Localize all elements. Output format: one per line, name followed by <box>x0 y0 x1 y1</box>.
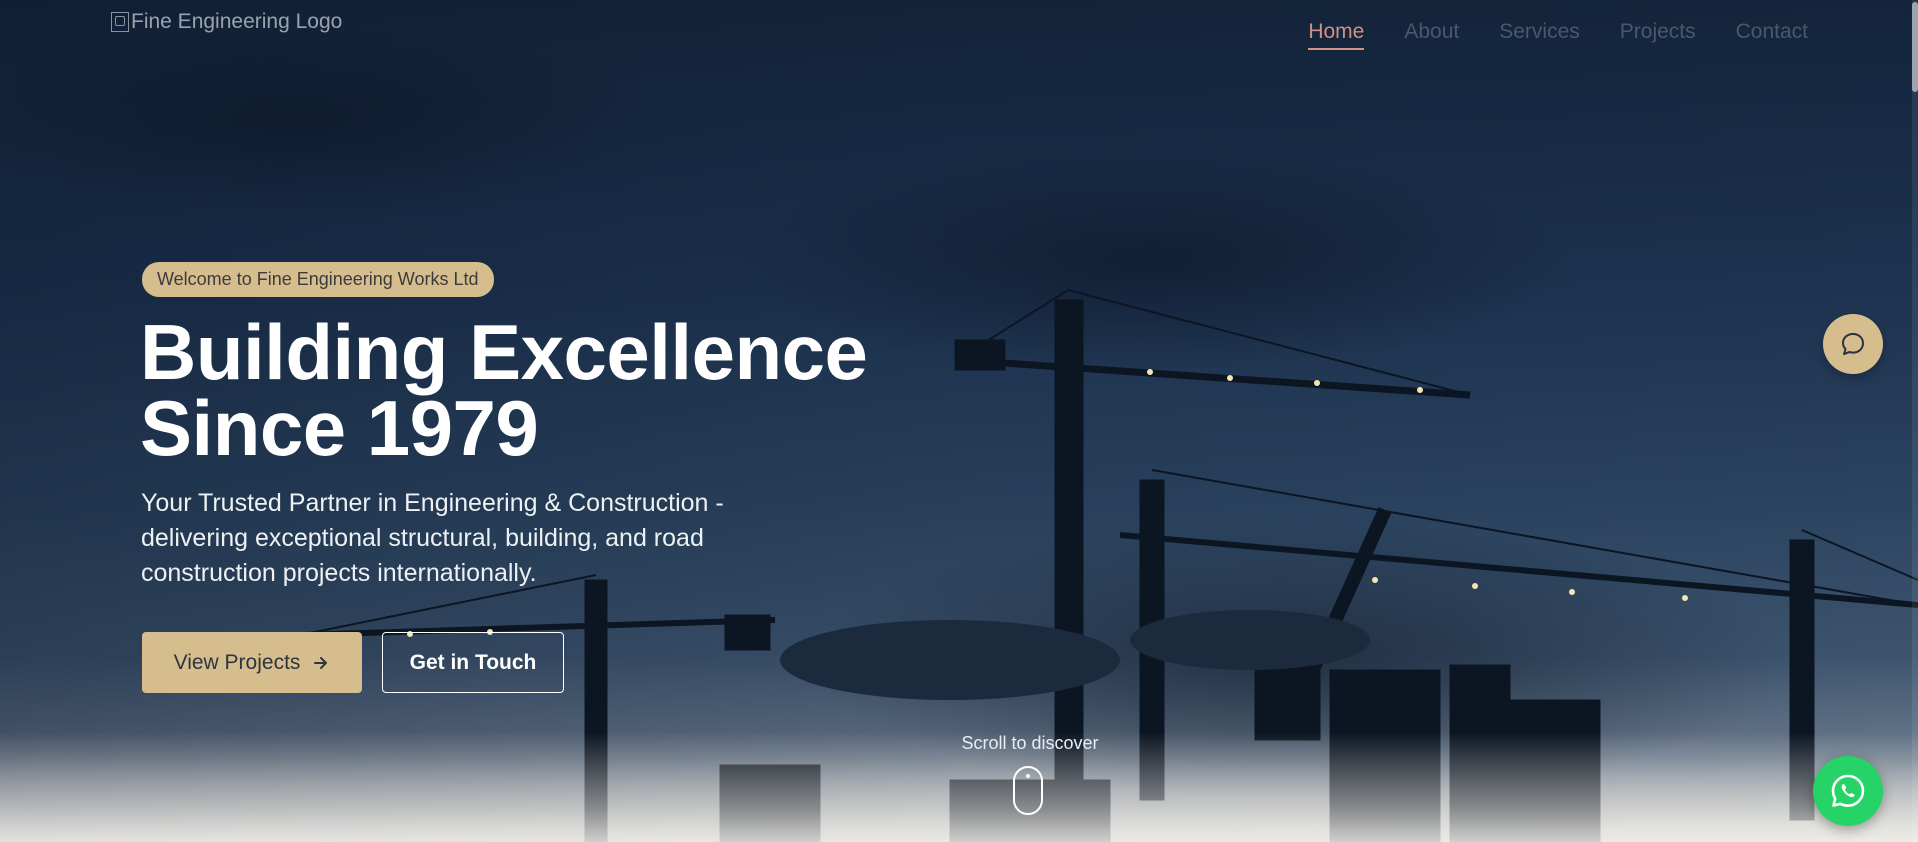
headline-line-1: Building Excellence <box>140 308 868 396</box>
get-in-touch-button[interactable]: Get in Touch <box>382 632 564 693</box>
nav-services[interactable]: Services <box>1499 20 1580 50</box>
page-scrollbar[interactable] <box>1912 0 1918 842</box>
chat-button[interactable] <box>1823 314 1883 374</box>
hero-headline: Building Excellence Since 1979 <box>140 313 900 467</box>
get-in-touch-label: Get in Touch <box>409 650 537 674</box>
hero-subtitle: Your Trusted Partner in Engineering & Co… <box>141 489 724 587</box>
nav-home[interactable]: Home <box>1308 20 1365 50</box>
scroll-hint: Scroll to discover <box>961 733 1099 753</box>
scrollbar-thumb[interactable] <box>1912 2 1918 92</box>
broken-image-icon <box>111 12 129 32</box>
main-navigation: Home About Services Projects Contact <box>1308 20 1808 50</box>
view-projects-button[interactable]: View Projects <box>142 632 362 693</box>
headline-line-2: Since 1979 <box>140 384 539 472</box>
whatsapp-button[interactable] <box>1813 756 1883 826</box>
nav-about[interactable]: About <box>1404 20 1459 50</box>
nav-contact[interactable]: Contact <box>1736 20 1808 50</box>
welcome-badge: Welcome to Fine Engineering Works Ltd <box>142 262 494 297</box>
view-projects-label: View Projects <box>173 650 301 674</box>
chat-bubble-icon <box>1842 333 1864 355</box>
logo-alt-text: Fine Engineering Logo <box>131 10 343 33</box>
site-logo[interactable]: Fine Engineering Logo <box>111 10 342 34</box>
mouse-scroll-icon[interactable] <box>1013 766 1043 815</box>
arrow-right-icon <box>314 656 328 669</box>
whatsapp-icon <box>1831 774 1865 807</box>
nav-projects[interactable]: Projects <box>1620 20 1696 50</box>
